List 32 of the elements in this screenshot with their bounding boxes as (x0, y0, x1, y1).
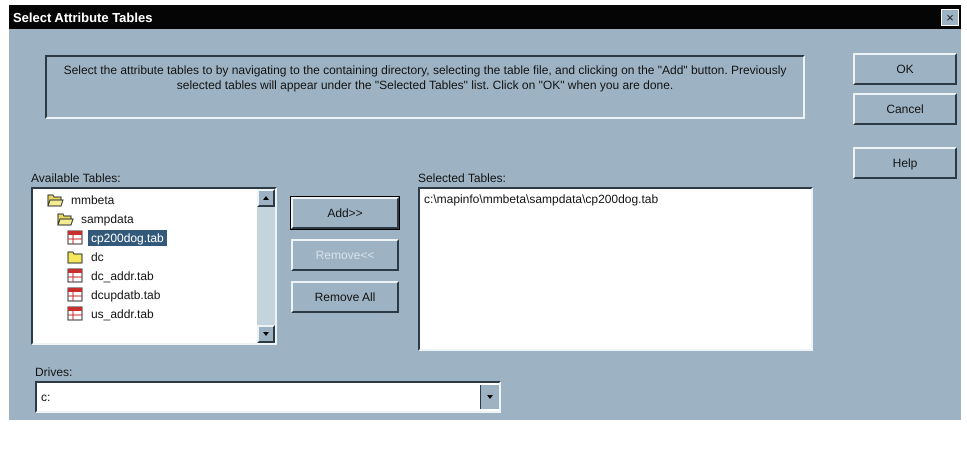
drives-dropdown[interactable]: c: (35, 381, 501, 413)
table-file-icon (67, 230, 84, 245)
list-label: Selected Tables: (418, 171, 507, 185)
scroll-down-button[interactable] (257, 325, 275, 343)
table-file-icon (67, 287, 84, 302)
transfer-button[interactable]: Remove All (291, 281, 399, 313)
drives-label: Drives: (35, 365, 74, 379)
instructions-text: Select the attribute tables to by navigating to the containing directory, selecting the table file, and clicking on the "Add" button. Previously selected tables will appear under the "Selected Tables" list. Click on "OK" when you are done. (45, 55, 805, 119)
tree-item[interactable]: us_addr.tab (88, 306, 157, 322)
tree-item[interactable]: sampdata (78, 210, 137, 226)
list-label: Available Tables: (31, 171, 122, 185)
transfer-button[interactable]: Add>> (291, 197, 399, 229)
table-file-icon (67, 306, 84, 321)
up-arrow-icon (262, 195, 270, 201)
list-item[interactable]: c:\mapinfo\mmbeta\sampdata\cp200dog.tab (424, 192, 807, 206)
window-title: Select Attribute Tables (13, 10, 152, 24)
tree-item[interactable]: dc (88, 248, 107, 264)
scrollbar[interactable] (257, 189, 275, 343)
selected-list[interactable]: c:\mapinfo\mmbeta\sampdata\cp200dog.tab (418, 187, 813, 351)
down-arrow-icon (262, 331, 270, 337)
table-file-icon (67, 268, 84, 283)
tree-item[interactable]: mmbeta (68, 192, 118, 208)
scroll-up-button[interactable] (257, 189, 275, 207)
dialog-button[interactable]: Help (853, 147, 957, 179)
tree-item[interactable]: dcupdatb.tab (88, 286, 164, 302)
tree-item[interactable]: cp200dog.tab (88, 230, 167, 246)
dialog-button[interactable]: Cancel (853, 93, 957, 125)
tree-list[interactable]: mmbeta sampdata cp200dog.tab dc dc_addr.tab dcupdatb.tab us_addr.tab (31, 187, 277, 345)
tree-item[interactable]: dc_addr.tab (88, 268, 157, 284)
dialog-button[interactable]: OK (853, 53, 957, 85)
close-button[interactable]: × (941, 8, 959, 26)
dropdown-arrow-icon (486, 394, 494, 400)
